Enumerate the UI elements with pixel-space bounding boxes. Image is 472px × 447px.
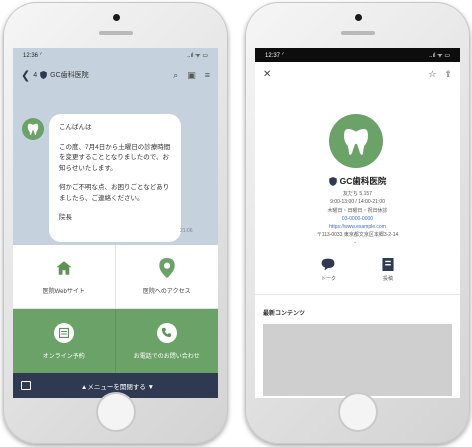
menu-item-label: 医院Webサイト — [42, 289, 85, 295]
home-button[interactable] — [337, 392, 378, 432]
message-line: この度、7月4日から土曜日の診療時間を変更することとなりましたので、お知らせいた… — [59, 143, 171, 172]
chat-icon — [322, 258, 335, 271]
chat-header: ❮ 4 GC歯科医院 ⌕ ▣ ≡ — [13, 62, 218, 88]
section-title: 最新コンテンツ — [263, 311, 306, 317]
menu-item-access[interactable]: 医院へのアクセス — [115, 245, 218, 309]
menu-item-label: 医院へのアクセス — [142, 289, 191, 295]
message-line: こんばんは — [59, 124, 92, 131]
back-chevron-icon[interactable]: ❮ — [21, 69, 30, 82]
verified-shield-icon — [40, 71, 47, 79]
expand-caret-icon[interactable]: ⌄ — [353, 239, 357, 245]
left-phone: 12:36 ᐟ ..ıl ᯤ ▭ ❮ 4 GC歯科医院 ⌕ ▣ ≡ こんばんは … — [3, 2, 228, 444]
message-time: 21:06 — [180, 228, 193, 234]
keyboard-icon[interactable] — [21, 381, 31, 390]
clinic-name: GC歯科医院 — [255, 175, 460, 187]
home-button[interactable] — [95, 392, 136, 432]
camera-icon — [112, 14, 120, 21]
camera-icon — [354, 14, 362, 21]
notes-icon[interactable]: ▣ — [187, 70, 196, 81]
star-icon[interactable]: ☆ — [428, 69, 436, 80]
phone-icon — [156, 322, 177, 343]
unread-count[interactable]: 4 — [33, 72, 37, 79]
search-icon[interactable]: ⌕ — [173, 70, 178, 81]
clinic-info: 友だち 5,157 9:00-13:00 / 14:00-21:00 木曜日・日… — [255, 190, 460, 240]
menu-item-online-booking[interactable]: オンライン予約 — [13, 309, 116, 373]
hamburger-menu-icon[interactable]: ≡ — [205, 70, 210, 81]
profile-screen: 12:37 ᐟ ..ıl ᯤ ▭ ✕ ☆ ⇪ GC歯科医院 友だち 5,157 … — [255, 48, 460, 398]
speaker-grille — [340, 31, 375, 35]
close-icon[interactable]: ✕ — [263, 69, 271, 80]
message-line: 何かご不明な点、お困りごとなどありましたら、ご連絡ください。 — [59, 184, 170, 202]
business-hours: 9:00-13:00 / 14:00-21:00 — [330, 199, 385, 206]
menu-item-phone[interactable]: お電話でのお問い合わせ — [115, 309, 218, 373]
closed-days: 木曜日・日曜日・祝日休診 — [327, 207, 388, 214]
calendar-icon — [53, 322, 74, 343]
message-signature: 院長 — [59, 214, 72, 221]
verified-shield-icon — [328, 176, 337, 186]
status-indicators: ..ıl ᯤ ▭ — [429, 53, 450, 59]
friends-count: 友だち 5,157 — [343, 191, 372, 197]
profile-header: ✕ ☆ ⇪ — [255, 62, 460, 86]
status-indicators: ..ıl ᯤ ▭ — [187, 53, 208, 59]
menu-item-label: オンライン予約 — [42, 353, 85, 360]
map-pin-icon — [157, 258, 177, 278]
chat-action[interactable]: トーク — [321, 258, 336, 282]
action-label: トーク — [320, 276, 336, 282]
tooth-icon — [344, 129, 368, 155]
clinic-avatar[interactable] — [22, 118, 44, 140]
profile-actions: トーク 投稿 — [255, 258, 460, 282]
status-bar: 12:36 ᐟ ..ıl ᯤ ▭ — [13, 48, 218, 62]
post-action[interactable]: 投稿 — [382, 258, 394, 282]
website-link[interactable]: https://www.example.com — [255, 223, 460, 231]
menu-toggle-label[interactable]: ▲メニューを開閉する ▼ — [31, 381, 218, 391]
message-bubble: こんばんは この度、7月4日から土曜日の診療時間を変更することとなりましたので、… — [49, 114, 181, 242]
menu-item-label: お電話でのお問い合わせ — [133, 353, 200, 360]
speaker-grille — [98, 31, 133, 35]
post-icon — [382, 258, 394, 271]
right-phone: 12:37 ᐟ ..ıl ᯤ ▭ ✕ ☆ ⇪ GC歯科医院 友だち 5,157 … — [245, 2, 470, 444]
tooth-icon — [27, 123, 39, 136]
rich-menu: 医院Webサイト 医院へのアクセス オンライン予約 お電話でのお問い合わせ — [13, 245, 218, 373]
action-label: 投稿 — [382, 276, 393, 282]
share-icon[interactable]: ⇪ — [444, 69, 452, 80]
address: 〒113-0033 東京都文京区本郷3-2-14 — [316, 232, 399, 239]
clinic-logo — [329, 114, 383, 168]
status-time: 12:36 ᐟ — [23, 52, 43, 59]
menu-item-website[interactable]: 医院Webサイト — [13, 245, 116, 309]
chat-title: GC歯科医院 — [50, 72, 89, 79]
status-bar: 12:37 ᐟ ..ıl ᯤ ▭ — [255, 48, 460, 62]
house-icon — [54, 258, 74, 278]
divider — [255, 294, 460, 295]
content-thumbnail[interactable] — [263, 324, 452, 396]
clinic-name-text: GC歯科医院 — [339, 176, 387, 186]
status-time: 12:37 ᐟ — [265, 52, 285, 59]
phone-link[interactable]: 03-0000-0000 — [255, 215, 460, 223]
chat-screen: 12:36 ᐟ ..ıl ᯤ ▭ ❮ 4 GC歯科医院 ⌕ ▣ ≡ こんばんは … — [13, 48, 218, 398]
